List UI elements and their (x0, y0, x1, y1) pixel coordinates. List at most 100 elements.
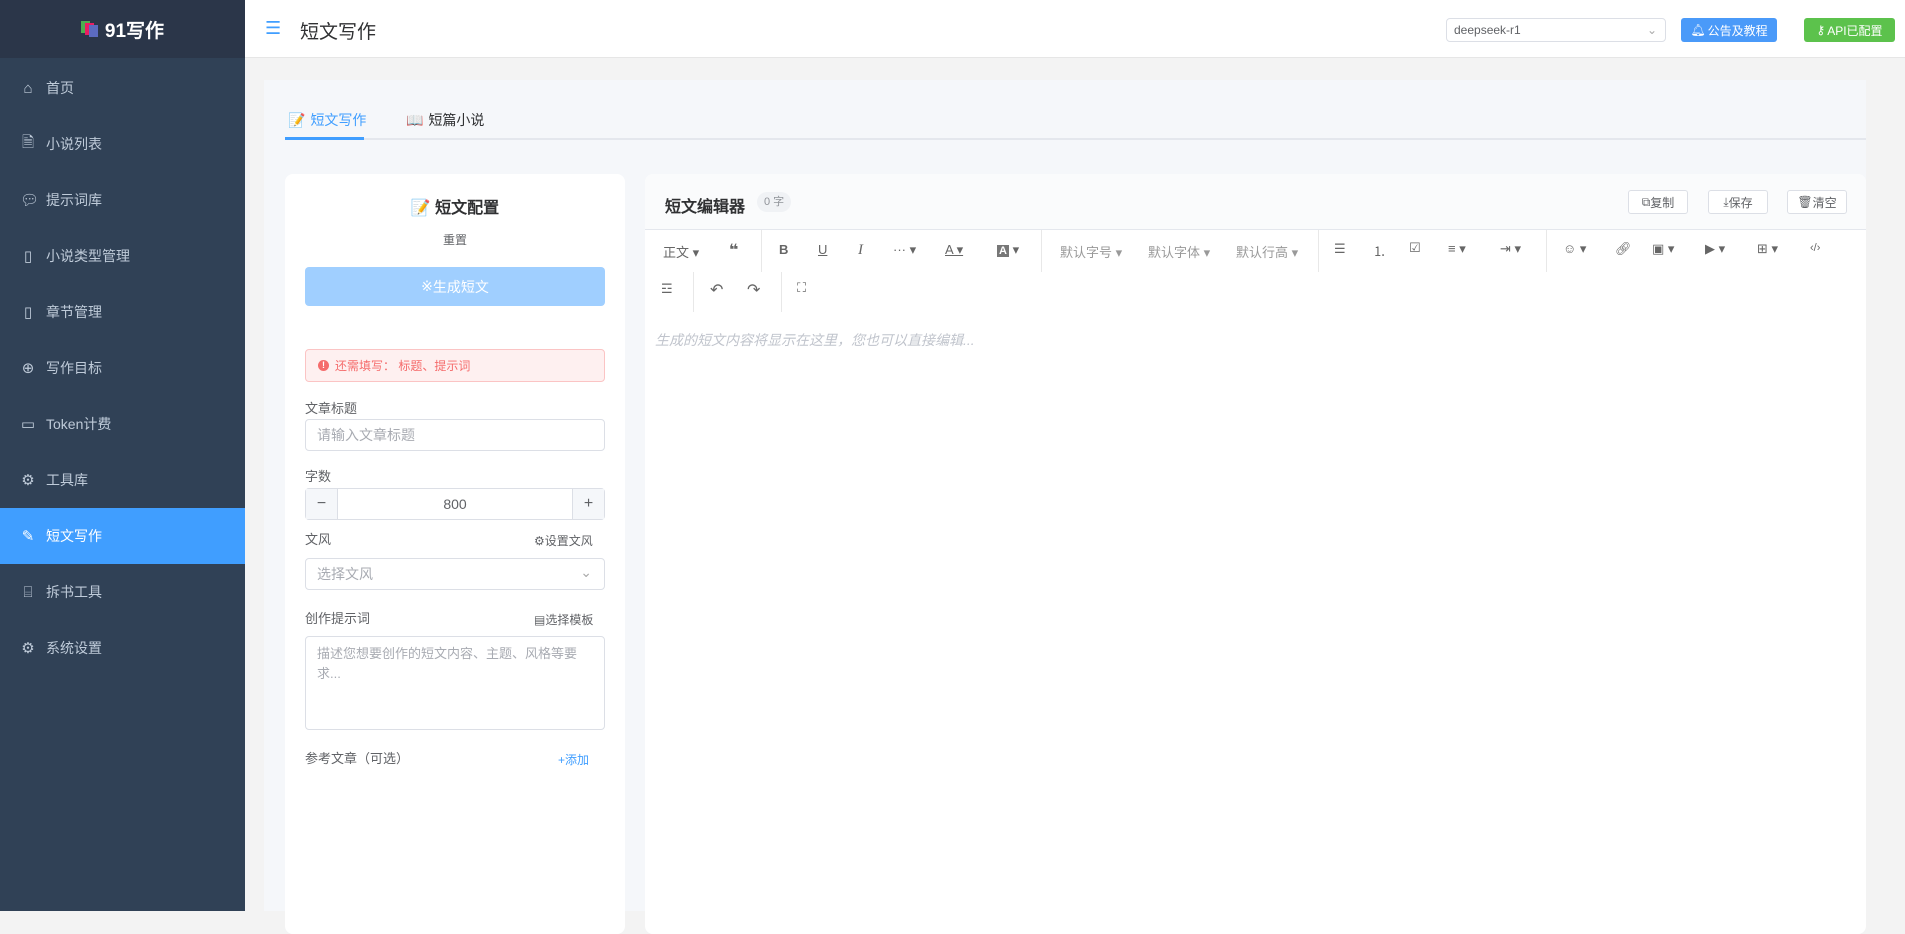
code-icon[interactable]: ‹/› (1810, 242, 1820, 254)
tab-short-writing[interactable]: 📝 短文写作 (288, 110, 366, 130)
select-template-label: 选择模板 (545, 613, 594, 627)
sidebar-item[interactable]: ▭ Token计费 (0, 396, 245, 452)
word-count-badge: 0 字 (757, 192, 792, 212)
sidebar-item-label: 写作目标 (46, 360, 102, 376)
todo-icon[interactable]: ☑ (1409, 240, 1421, 256)
background-color-icon[interactable]: A ▾ (997, 242, 1019, 258)
notice-button[interactable]: 🔔︎ 公告及教程 (1681, 18, 1777, 42)
undo-icon[interactable]: ↶ (710, 280, 723, 300)
model-select[interactable]: deepseek-r1 ⌄ (1446, 18, 1666, 42)
sidebar-item[interactable]: 💬︎ 提示词库 (0, 172, 245, 228)
trash-icon: 🗑︎ (1797, 195, 1813, 209)
tab-label: 短文写作 (310, 112, 367, 128)
sidebar-item-label: 提示词库 (46, 192, 102, 208)
sidebar-item-label: 章节管理 (46, 304, 102, 320)
title-label: 文章标题 (305, 401, 358, 416)
reference-label: 参考文章（可选） (305, 751, 410, 766)
sidebar-item-label: 系统设置 (46, 640, 102, 656)
sidebar-item-label: 拆书工具 (46, 584, 102, 600)
validation-alert: ! 还需填写： 标题、提示词 (305, 349, 605, 382)
editor-placeholder: 生成的短文内容将显示在这里，您也可以直接编辑... (655, 332, 975, 348)
font-size-dropdown[interactable]: 默认字号 ▾ (1060, 242, 1122, 261)
save-button[interactable]: ⤓ 保存 (1708, 190, 1768, 214)
underline-icon[interactable]: U (818, 242, 827, 257)
tab-short-novel[interactable]: 📖 短篇小说 (406, 110, 484, 130)
save-label: 保存 (1728, 195, 1753, 210)
font-size-label: 默认字号 (1060, 245, 1113, 260)
font-family-dropdown[interactable]: 默认字体 ▾ (1148, 242, 1210, 261)
italic-icon[interactable]: I (858, 242, 863, 259)
menu-toggle-icon[interactable]: ☰ (265, 18, 281, 39)
sidebar-item-label: 小说列表 (46, 136, 102, 152)
sidebar-item[interactable]: ⊕ 写作目标 (0, 340, 245, 396)
redo-icon[interactable]: ↷ (747, 280, 760, 300)
sidebar-item[interactable]: ⚙ 工具库 (0, 452, 245, 508)
set-style-link[interactable]: ⚙设置文风 (534, 532, 593, 549)
target-icon: ⊕ (21, 360, 35, 377)
link-icon[interactable]: 🔗︎ (1615, 241, 1632, 257)
select-template-link[interactable]: ▤选择模板 (534, 611, 593, 628)
home-icon: ⌂ (23, 79, 33, 97)
indent-icon[interactable]: ⇥ ▾ (1500, 241, 1521, 257)
sidebar-item[interactable]: ⌂ 首页 (0, 60, 245, 116)
reset-button[interactable]: 重置 (285, 231, 625, 248)
increase-button[interactable]: + (572, 489, 604, 519)
count-value[interactable]: 800 (338, 496, 572, 512)
bullet-list-icon[interactable]: ☰ (1334, 241, 1346, 257)
document-icon: 🗎︎ (21, 133, 35, 151)
emoji-icon[interactable]: ☺ ▾ (1563, 241, 1586, 257)
table-icon[interactable]: ⊞ ▾ (1757, 241, 1778, 257)
fullscreen-icon[interactable]: ⛶ (797, 280, 806, 296)
paragraph-dropdown[interactable]: 正文 ▾ (663, 242, 699, 261)
divider (761, 230, 762, 272)
book-icon: 📖 (406, 111, 424, 128)
sidebar-item[interactable]: ✎ 短文写作 (0, 508, 245, 564)
bell-icon: 🔔︎ (1690, 23, 1706, 37)
sidebar-item[interactable]: ▯ 章节管理 (0, 284, 245, 340)
page-title: 短文写作 (300, 22, 377, 43)
align-icon[interactable]: ≡ ▾ (1448, 241, 1466, 257)
memo-icon: 📝 (410, 200, 436, 217)
sidebar-item[interactable]: 🗎︎ 小说列表 (0, 116, 245, 172)
generate-button[interactable]: ※ 生成短文 (305, 267, 605, 306)
copy-button[interactable]: ⧉ 复制 (1628, 190, 1688, 214)
sidebar-item[interactable]: ⚙ 系统设置 (0, 620, 245, 676)
line-height-label: 默认行高 (1236, 245, 1289, 260)
image-icon[interactable]: ▣ ▾ (1652, 241, 1674, 257)
divider (1041, 230, 1042, 272)
style-label: 文风 (305, 532, 332, 547)
divider-line-icon[interactable]: ☲ (661, 281, 673, 297)
style-select[interactable]: 选择文风 ⌄ (305, 558, 605, 590)
sidebar-item-label: 短文写作 (46, 528, 102, 544)
gear-icon: ⚙ (21, 472, 35, 489)
more-style-icon[interactable]: ··· ▾ (893, 242, 916, 258)
title-input[interactable]: 请输入文章标题 (305, 419, 605, 451)
book-icon: ▯ (23, 304, 33, 321)
line-height-dropdown[interactable]: 默认行高 ▾ (1236, 242, 1298, 261)
notebook-icon: ▯ (23, 248, 33, 265)
add-reference-link[interactable]: +添加 (558, 751, 589, 768)
prompt-placeholder: 描述您想要创作的短文内容、主题、风格等要求... (317, 646, 578, 681)
config-title: 📝 短文配置 (285, 194, 625, 218)
divider (693, 272, 694, 312)
api-config-button[interactable]: ⚷ API已配置 (1804, 18, 1895, 42)
video-icon[interactable]: ▶ ▾ (1705, 241, 1725, 257)
logo-icon (80, 21, 99, 37)
numbered-list-icon[interactable]: ⒈ (1373, 241, 1386, 260)
sidebar-item-label: Token计费 (46, 416, 112, 432)
app-name: 91写作 (104, 20, 165, 42)
sidebar-item[interactable]: ▯ 小说类型管理 (0, 228, 245, 284)
sidebar-item[interactable]: ⌸ 拆书工具 (0, 564, 245, 620)
settings-icon: ⚙ (21, 640, 35, 657)
tab-label: 短篇小说 (428, 112, 485, 128)
clear-button[interactable]: 🗑︎ 清空 (1787, 190, 1847, 214)
editor-content[interactable]: 生成的短文内容将显示在这里，您也可以直接编辑... (655, 330, 1855, 890)
quote-icon[interactable]: ❝ (729, 240, 738, 260)
count-stepper[interactable]: − 800 + (305, 488, 605, 520)
prompt-textarea[interactable]: 描述您想要创作的短文内容、主题、风格等要求... (305, 636, 605, 730)
error-icon: ! (318, 360, 329, 371)
decrease-button[interactable]: − (306, 489, 338, 519)
chat-icon: 💬︎ (20, 192, 40, 209)
bold-icon[interactable]: B (779, 242, 788, 257)
font-color-icon[interactable]: A ▾ (945, 242, 963, 258)
